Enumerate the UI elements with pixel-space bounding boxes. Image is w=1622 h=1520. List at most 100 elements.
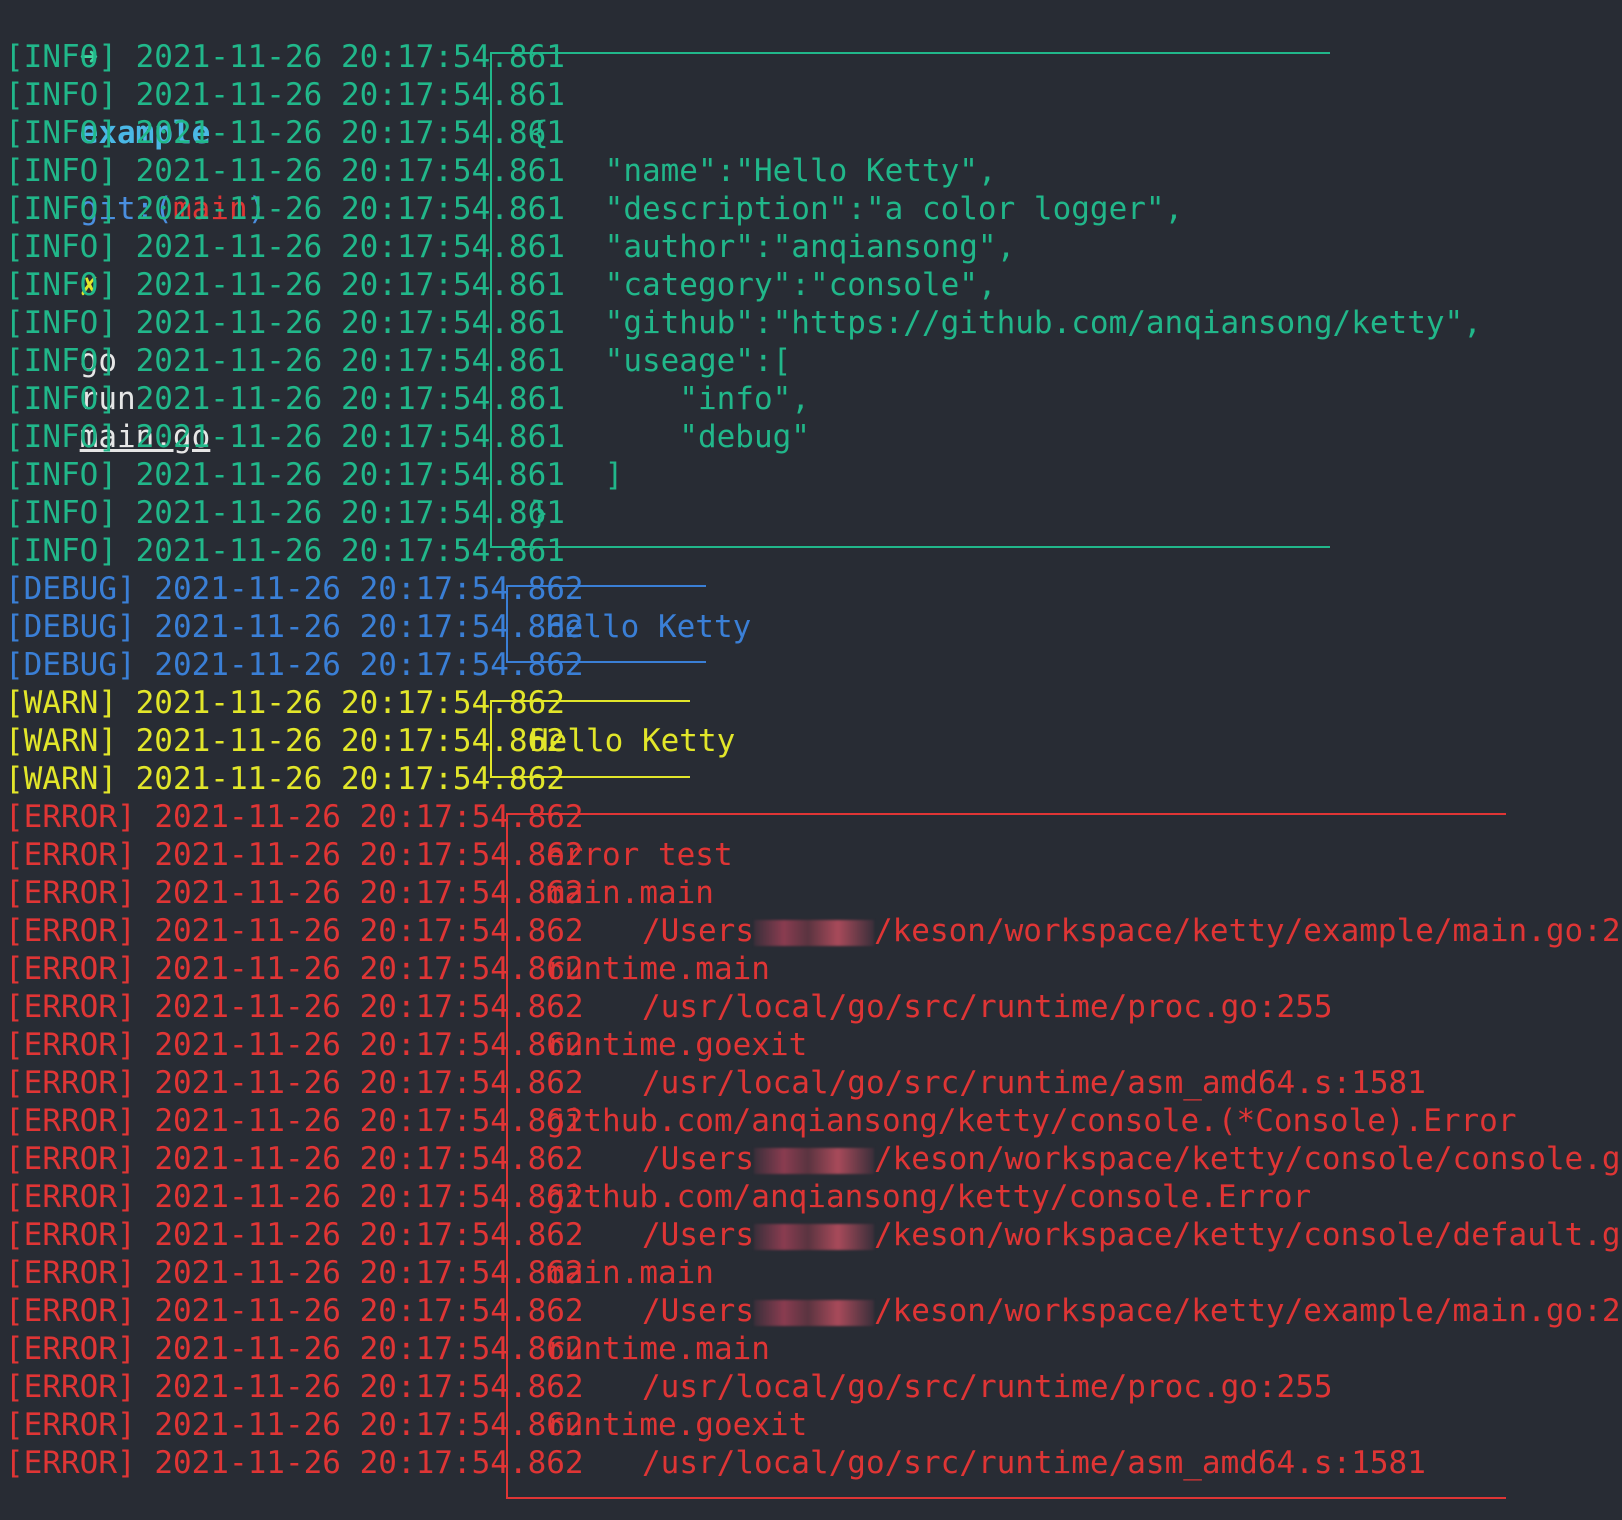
log-line-error: [ERROR] 2021-11-26 20:17:54.862 bbox=[5, 912, 584, 950]
redacted-username bbox=[753, 919, 874, 946]
log-level: [WARN] bbox=[5, 761, 117, 797]
log-level: [ERROR] bbox=[5, 1141, 136, 1177]
log-line-error: [ERROR] 2021-11-26 20:17:54.862 bbox=[5, 1254, 584, 1292]
log-level: [ERROR] bbox=[5, 875, 136, 911]
error-box-line: error test bbox=[546, 837, 733, 873]
log-level: [ERROR] bbox=[5, 989, 136, 1025]
log-line-info: [INFO] 2021-11-26 20:17:54.861 bbox=[5, 456, 565, 494]
log-line-info: [INFO] 2021-11-26 20:17:54.861 bbox=[5, 38, 565, 76]
log-line-info: [INFO] 2021-11-26 20:17:54.861 bbox=[5, 76, 565, 114]
log-level: [ERROR] bbox=[5, 1103, 136, 1139]
log-level: [INFO] bbox=[5, 77, 117, 113]
info-box-line: "useage":[ bbox=[530, 343, 792, 379]
log-line-error: [ERROR] 2021-11-26 20:17:54.862 bbox=[5, 1140, 584, 1178]
redacted-username bbox=[753, 1147, 874, 1174]
log-line-info: [INFO] 2021-11-26 20:17:54.861 bbox=[5, 228, 565, 266]
error-box-line: /Users/keson/workspace/ketty/example/mai… bbox=[642, 913, 1622, 949]
log-line-warn: [WARN] 2021-11-26 20:17:54.862 bbox=[5, 760, 565, 798]
log-level: [ERROR] bbox=[5, 1065, 136, 1101]
error-box-line: runtime.main bbox=[546, 1331, 770, 1367]
log-level: [ERROR] bbox=[5, 1445, 136, 1481]
log-level: [ERROR] bbox=[5, 1027, 136, 1063]
error-box-line: main.main bbox=[546, 875, 714, 911]
log-level: [ERROR] bbox=[5, 1407, 136, 1443]
log-level: [INFO] bbox=[5, 419, 117, 455]
log-line-error: [ERROR] 2021-11-26 20:17:54.862 bbox=[5, 1026, 584, 1064]
log-level: [INFO] bbox=[5, 495, 117, 531]
log-line-info: [INFO] 2021-11-26 20:17:54.861 bbox=[5, 152, 565, 190]
error-box-line: runtime.main bbox=[546, 951, 770, 987]
log-line-error: [ERROR] 2021-11-26 20:17:54.862 bbox=[5, 1216, 584, 1254]
log-line-error: [ERROR] 2021-11-26 20:17:54.862 bbox=[5, 1292, 584, 1330]
error-box-line: runtime.goexit bbox=[546, 1407, 808, 1443]
error-box-line: main.main bbox=[546, 1255, 714, 1291]
log-level: [INFO] bbox=[5, 153, 117, 189]
log-line-error: [ERROR] 2021-11-26 20:17:54.862 bbox=[5, 1064, 584, 1102]
debug-box-line: Hello Ketty bbox=[546, 609, 752, 645]
log-line-debug: [DEBUG] 2021-11-26 20:17:54.862 bbox=[5, 570, 584, 608]
log-level: [ERROR] bbox=[5, 1179, 136, 1215]
info-box-line: "author":"anqiansong", bbox=[530, 229, 1016, 265]
info-box-line: "info", bbox=[530, 381, 810, 417]
log-line-info: [INFO] 2021-11-26 20:17:54.861 bbox=[5, 266, 565, 304]
log-level: [ERROR] bbox=[5, 1331, 136, 1367]
error-box-line: /usr/local/go/src/runtime/asm_amd64.s:15… bbox=[642, 1065, 1426, 1101]
log-level: [INFO] bbox=[5, 343, 117, 379]
log-level: [ERROR] bbox=[5, 951, 136, 987]
log-line-info: [INFO] 2021-11-26 20:17:54.861 bbox=[5, 190, 565, 228]
log-level: [INFO] bbox=[5, 229, 117, 265]
log-line-error: [ERROR] 2021-11-26 20:17:54.862 bbox=[5, 836, 584, 874]
log-line-error: [ERROR] 2021-11-26 20:17:54.862 bbox=[5, 1406, 584, 1444]
log-level: [ERROR] bbox=[5, 799, 136, 835]
log-line-info: [INFO] 2021-11-26 20:17:54.861 bbox=[5, 342, 565, 380]
info-box-line: { bbox=[530, 115, 549, 151]
log-line-info: [INFO] 2021-11-26 20:17:54.861 bbox=[5, 532, 565, 570]
error-box-line: github.com/anqiansong/ketty/console.Erro… bbox=[546, 1179, 1312, 1215]
log-line-error: [ERROR] 2021-11-26 20:17:54.862 bbox=[5, 1368, 584, 1406]
log-line-info: [INFO] 2021-11-26 20:17:54.861 bbox=[5, 418, 565, 456]
log-line-debug: [DEBUG] 2021-11-26 20:17:54.862 bbox=[5, 646, 584, 684]
error-box-line: runtime.goexit bbox=[546, 1027, 808, 1063]
log-level: [INFO] bbox=[5, 381, 117, 417]
log-line-error: [ERROR] 2021-11-26 20:17:54.862 bbox=[5, 1178, 584, 1216]
info-box-line: "description":"a color logger", bbox=[530, 191, 1184, 227]
log-line-error: [ERROR] 2021-11-26 20:17:54.862 bbox=[5, 1102, 584, 1140]
warn-box-line: Hello Ketty bbox=[530, 723, 736, 759]
error-box-line: /usr/local/go/src/runtime/proc.go:255 bbox=[642, 989, 1333, 1025]
log-level: [ERROR] bbox=[5, 1293, 136, 1329]
log-level: [INFO] bbox=[5, 305, 117, 341]
log-level: [INFO] bbox=[5, 115, 117, 151]
log-line-error: [ERROR] 2021-11-26 20:17:54.862 bbox=[5, 988, 584, 1026]
log-level: [ERROR] bbox=[5, 913, 136, 949]
log-line-warn: [WARN] 2021-11-26 20:17:54.862 bbox=[5, 722, 565, 760]
log-level: [WARN] bbox=[5, 685, 117, 721]
redacted-username bbox=[753, 1223, 874, 1250]
log-line-info: [INFO] 2021-11-26 20:17:54.861 bbox=[5, 494, 565, 532]
info-box-line: } bbox=[530, 495, 549, 531]
terminal-window: ➜ example git:(main) ✗ go run main.go [I… bbox=[0, 0, 1622, 1520]
log-level: [ERROR] bbox=[5, 1369, 136, 1405]
log-line-error: [ERROR] 2021-11-26 20:17:54.862 bbox=[5, 874, 584, 912]
error-box-line: /Users/keson/workspace/ketty/console/def… bbox=[642, 1217, 1622, 1253]
log-level: [ERROR] bbox=[5, 1217, 136, 1253]
log-line-error: [ERROR] 2021-11-26 20:17:54.862 bbox=[5, 1330, 584, 1368]
log-level: [ERROR] bbox=[5, 1255, 136, 1291]
log-line-info: [INFO] 2021-11-26 20:17:54.861 bbox=[5, 304, 565, 342]
info-box-line: "category":"console", bbox=[530, 267, 997, 303]
error-box-line: /usr/local/go/src/runtime/proc.go:255 bbox=[642, 1369, 1333, 1405]
log-line-warn: [WARN] 2021-11-26 20:17:54.862 bbox=[5, 684, 565, 722]
log-level: [DEBUG] bbox=[5, 609, 136, 645]
log-level: [WARN] bbox=[5, 723, 117, 759]
log-line-debug: [DEBUG] 2021-11-26 20:17:54.862 bbox=[5, 608, 584, 646]
log-line-info: [INFO] 2021-11-26 20:17:54.861 bbox=[5, 380, 565, 418]
log-level: [DEBUG] bbox=[5, 647, 136, 683]
log-level: [INFO] bbox=[5, 533, 117, 569]
error-box-line: /usr/local/go/src/runtime/asm_amd64.s:15… bbox=[642, 1445, 1426, 1481]
error-box-line: github.com/anqiansong/ketty/console.(*Co… bbox=[546, 1103, 1517, 1139]
info-box-line: "github":"https://github.com/anqiansong/… bbox=[530, 305, 1482, 341]
log-line-error: [ERROR] 2021-11-26 20:17:54.862 bbox=[5, 798, 584, 836]
log-level: [INFO] bbox=[5, 267, 117, 303]
redacted-username bbox=[753, 1299, 874, 1326]
log-level: [INFO] bbox=[5, 39, 117, 75]
info-box-line: "debug" bbox=[530, 419, 810, 455]
